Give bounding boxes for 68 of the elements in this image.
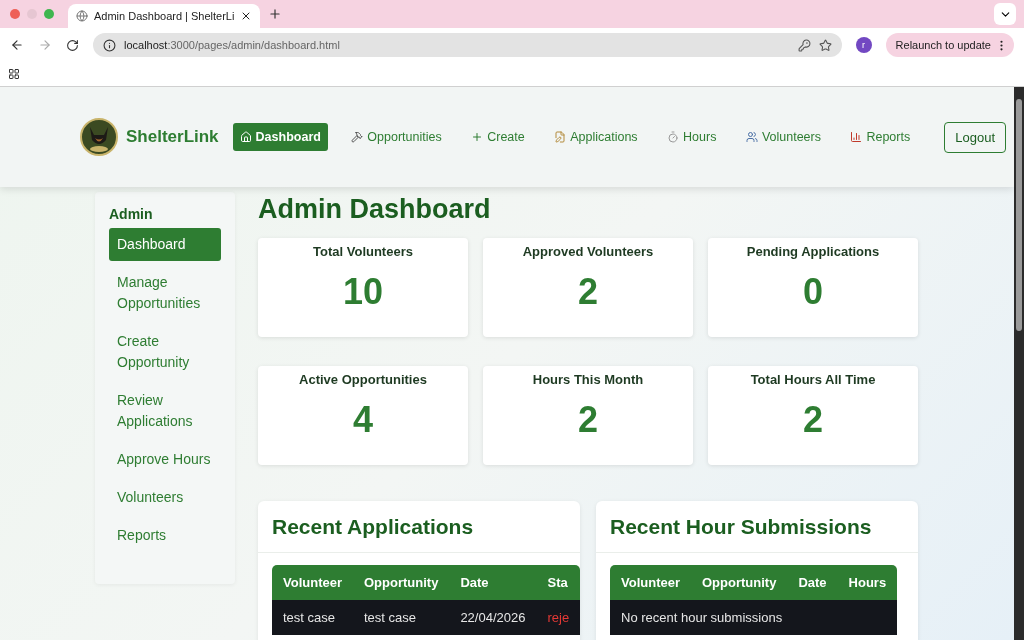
column-header: Sta [536, 565, 581, 600]
plus-icon [471, 131, 484, 143]
logout-button[interactable]: Logout [944, 121, 1006, 153]
table-cell: test case [353, 600, 450, 635]
sidebar-item[interactable]: Review Applications [109, 384, 221, 438]
stat-label: Hours This Month [532, 372, 644, 387]
profile-avatar[interactable]: r [855, 37, 872, 53]
scrollbar-thumb[interactable] [1016, 99, 1022, 331]
nav-link[interactable]: Dashboard [232, 123, 328, 151]
stat-value: 2 [803, 399, 823, 441]
stat-label: Pending Applications [746, 244, 880, 259]
pencil-note-icon [554, 131, 567, 143]
stat-value: 2 [578, 271, 598, 313]
relaunch-button[interactable]: Relaunch to update [885, 33, 1014, 57]
apps-icon[interactable] [8, 68, 20, 80]
bar-chart-icon [850, 131, 863, 143]
info-icon [103, 38, 116, 52]
sidebar-item[interactable]: Create Opportunity [109, 325, 221, 379]
url-text: localhost:3000/pages/admin/dashboard.html [124, 39, 341, 51]
browser-tab[interactable]: Admin Dashboard | ShelterLi [68, 4, 261, 28]
brand-name: ShelterLink [126, 127, 219, 147]
hammer-icon [351, 131, 364, 143]
column-header: Hours [837, 565, 898, 600]
stat-label: Total Hours All Time [750, 372, 876, 387]
column-header: Opportunity [353, 565, 450, 600]
stat-value: 2 [578, 399, 598, 441]
panel-title: Recent Applications [258, 501, 580, 553]
sidebar-title: Admin [109, 206, 154, 222]
table-cell: test case [272, 600, 353, 635]
star-icon[interactable] [818, 38, 832, 52]
stat-value: 10 [342, 271, 383, 313]
sidebar-item[interactable]: Dashboard [109, 228, 221, 261]
key-icon[interactable] [797, 38, 811, 52]
stat-label: Active Opportunities [299, 372, 427, 387]
panel-title: Recent Hour Submissions [596, 501, 918, 553]
logo-icon [80, 118, 118, 156]
tab-title: Admin Dashboard | ShelterLi [94, 10, 235, 22]
stat-label: Total Volunteers [313, 244, 413, 259]
nav-link[interactable]: Applications [547, 123, 645, 151]
stat-label: Approved Volunteers [522, 244, 654, 259]
column-header: Date [787, 565, 838, 600]
column-header: Volunteer [272, 565, 353, 600]
home-icon [239, 131, 252, 143]
stat-value: 0 [803, 271, 823, 313]
sidebar-item[interactable]: Volunteers [109, 481, 221, 514]
column-header: Opportunity [691, 565, 788, 600]
nav-link[interactable]: Reports [843, 123, 918, 151]
timer-icon [667, 131, 680, 143]
page-title: Admin Dashboard [258, 193, 492, 226]
stat-value: 4 [353, 399, 373, 441]
status-cell: reje [536, 600, 581, 635]
nav-link[interactable]: Volunteers [738, 123, 828, 151]
new-tab-icon[interactable] [268, 7, 283, 21]
column-header: Volunteer [610, 565, 691, 600]
address-bar[interactable]: localhost:3000/pages/admin/dashboard.html [93, 33, 842, 57]
sidebar-item[interactable]: Manage Opportunities [109, 266, 221, 320]
nav-link[interactable]: Opportunities [344, 123, 449, 151]
reload-icon[interactable] [66, 38, 79, 52]
sidebar-item[interactable]: Reports [109, 519, 221, 552]
table-cell: 22/04/2026 [449, 600, 537, 635]
people-icon [745, 131, 758, 143]
sidebar-item[interactable]: Approve Hours [109, 443, 221, 476]
empty-message: No recent hour submissions [610, 600, 898, 635]
nav-link[interactable]: Create [464, 123, 532, 151]
globe-icon [76, 10, 88, 22]
column-header: Date [449, 565, 537, 600]
nav-link[interactable]: Hours [660, 123, 724, 151]
back-icon[interactable] [10, 38, 24, 52]
